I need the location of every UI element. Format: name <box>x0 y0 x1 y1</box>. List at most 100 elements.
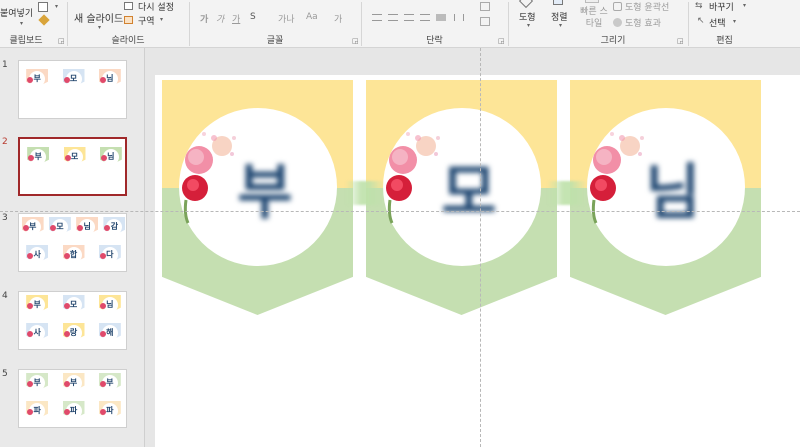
paste-button[interactable]: 붙여넣기 <box>0 6 33 19</box>
thumbnail-banner: 님 <box>98 69 121 93</box>
thumbnail-banner: 다 <box>98 245 121 269</box>
slide-canvas[interactable]: 부모님 <box>145 48 800 447</box>
banner-letter: 부 <box>237 158 293 228</box>
vertical-guide[interactable] <box>480 48 481 447</box>
align-left-icon[interactable] <box>372 14 382 21</box>
paragraph-group-label: 단락 <box>426 36 443 46</box>
bold-button[interactable]: 가 <box>200 12 208 25</box>
arrange-icon[interactable] <box>553 0 563 5</box>
char-spacing-button[interactable]: 가나 <box>278 12 295 25</box>
thumbnail-banner: 부 <box>98 373 121 397</box>
arrange-dropdown-icon[interactable]: ▾ <box>559 22 562 29</box>
thumbnail-banner: 님 <box>76 217 99 241</box>
thumbnail-banner: 모 <box>63 147 86 171</box>
select-icon[interactable]: ↖ <box>697 16 705 26</box>
new-slide-dropdown-icon[interactable]: ▾ <box>98 24 101 31</box>
banner-flag[interactable]: 님 <box>570 80 761 315</box>
section-icon[interactable] <box>124 16 133 24</box>
thumbnail-flower-icon <box>100 155 107 161</box>
replace-icon[interactable]: ⇆ <box>695 1 703 11</box>
underline-button[interactable]: 가 <box>232 12 240 25</box>
shape-effects-button[interactable]: 도형 효과 <box>625 16 661 29</box>
shape-effects-icon[interactable] <box>613 18 622 27</box>
slide-number: 3 <box>2 213 8 223</box>
thumbnail-flower-icon <box>99 409 106 415</box>
new-slide-button[interactable]: 새 슬라이드 <box>74 10 123 25</box>
thumbnail-flower-icon <box>99 331 106 337</box>
quick-styles-icon[interactable] <box>585 0 599 3</box>
thumbnail-flower-icon <box>99 253 106 259</box>
font-group: 가 가 가 S 가나 Aa 가 글꼴 ◲ <box>190 0 360 48</box>
paragraph-group: 단락 ◲ <box>362 0 507 48</box>
select-button[interactable]: 선택 <box>709 16 726 29</box>
distributed-icon[interactable] <box>436 14 446 21</box>
change-case-button[interactable]: Aa <box>306 12 318 22</box>
clipboard-launcher-icon[interactable]: ◲ <box>58 37 65 45</box>
slide-number: 4 <box>2 291 8 301</box>
italic-button[interactable]: 가 <box>216 12 224 25</box>
thumbnail-flower-icon <box>99 303 106 309</box>
align-center-icon[interactable] <box>388 14 398 21</box>
thumbnail-flower-icon <box>99 77 106 83</box>
copy-icon[interactable] <box>38 2 48 12</box>
thumbnail-banner: 부 <box>21 217 44 241</box>
section-dropdown-icon[interactable]: ▾ <box>160 16 163 23</box>
thumbnail-banner: 해 <box>98 323 121 347</box>
shapes-dropdown-icon[interactable]: ▾ <box>527 22 530 29</box>
slide-thumbnail[interactable]: 부모님감사합다 <box>18 213 127 272</box>
shapes-icon[interactable] <box>518 0 534 9</box>
thumbnail-banner: 파 <box>26 401 49 425</box>
slides-group-label: 슬라이드 <box>111 36 145 46</box>
thumbnail-banner: 부 <box>26 69 49 93</box>
justify-icon[interactable] <box>420 14 430 21</box>
replace-dropdown-icon[interactable]: ▾ <box>743 2 746 9</box>
thumbnail-flower-icon <box>99 381 106 387</box>
slide-thumbnail[interactable]: 부모님 <box>18 137 127 196</box>
format-painter-icon[interactable] <box>38 14 50 26</box>
clipboard-group: 붙여넣기 ▾ ▾ 클립보드 ◲ <box>0 0 66 48</box>
thumbnail-banner: 랑 <box>62 323 85 347</box>
columns-icon[interactable] <box>454 14 464 21</box>
slide-number: 2 <box>2 137 8 147</box>
banner-letter: 님 <box>645 158 701 228</box>
thumbnail-banner: 모 <box>62 295 85 319</box>
thumbnail-flower-icon <box>63 303 70 309</box>
select-dropdown-icon[interactable]: ▾ <box>733 18 736 25</box>
align-right-icon[interactable] <box>404 14 414 21</box>
align-text-icon[interactable] <box>480 17 490 26</box>
thumbnail-flower-icon <box>63 331 70 337</box>
paste-dropdown-icon[interactable]: ▾ <box>20 20 23 27</box>
layout-icon[interactable] <box>124 2 133 10</box>
quick-styles-button[interactable]: 빠른 스타일 <box>577 6 611 30</box>
section-button[interactable]: 구역 <box>138 14 155 27</box>
thumbnail-flower-icon <box>63 77 70 83</box>
strikethrough-button[interactable]: S <box>250 12 256 22</box>
text-direction-icon[interactable] <box>480 2 490 11</box>
slide-thumbnail[interactable]: 부모님 <box>18 60 127 119</box>
font-launcher-icon[interactable]: ◲ <box>352 37 359 45</box>
current-slide[interactable]: 부모님 <box>155 75 800 447</box>
banner-flag[interactable]: 부 <box>162 80 353 315</box>
highlight-glow <box>547 181 587 205</box>
slide-thumbnail[interactable]: 부부부파파파 <box>18 369 127 428</box>
font-color-button[interactable]: 가 <box>334 12 342 25</box>
slide-thumbnail-panel[interactable]: 1부모님2부모님3부모님감사합다4부모님사랑해5부부부파파파 <box>0 48 145 447</box>
thumbnail-banner: 사 <box>26 245 49 269</box>
editing-group: ⇆ 바꾸기 ▾ ↖ 선택 ▾ 편집 <box>689 0 800 48</box>
thumbnail-flower-icon <box>22 225 29 231</box>
thumbnail-banner: 부 <box>26 295 49 319</box>
shape-outline-icon[interactable] <box>613 2 622 11</box>
thumbnail-flower-icon <box>64 155 71 161</box>
thumbnail-banner: 감 <box>103 217 126 241</box>
cut-dropdown-icon[interactable]: ▾ <box>55 3 58 10</box>
paragraph-launcher-icon[interactable]: ◲ <box>498 37 505 45</box>
banner-flag[interactable]: 모 <box>366 80 557 315</box>
shape-outline-button[interactable]: 도형 윤곽선 <box>625 0 669 13</box>
thumbnail-banner: 모 <box>48 217 71 241</box>
reset-button[interactable]: 다시 설정 <box>138 0 174 13</box>
thumbnail-banner: 사 <box>26 323 49 347</box>
slide-thumbnail[interactable]: 부모님사랑해 <box>18 291 127 350</box>
replace-button[interactable]: 바꾸기 <box>709 0 734 13</box>
thumbnail-banner: 님 <box>98 295 121 319</box>
horizontal-guide[interactable] <box>0 211 800 212</box>
